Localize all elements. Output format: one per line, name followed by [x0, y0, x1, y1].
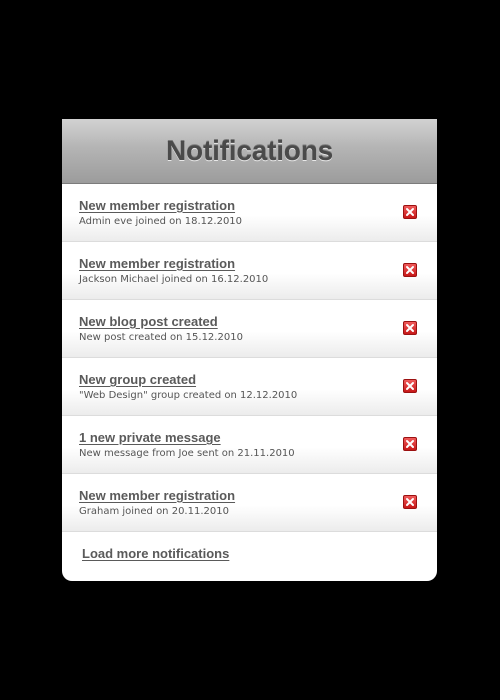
notification-description: "Web Design" group created on 12.12.2010 — [79, 390, 298, 401]
dismiss-button[interactable] — [403, 437, 417, 451]
notification-title-link[interactable]: New blog post created — [79, 314, 218, 329]
panel-footer: Load more notifications — [62, 533, 437, 581]
notification-description: Admin eve joined on 18.12.2010 — [79, 216, 243, 227]
notification-item: New member registration Admin eve joined… — [62, 184, 437, 242]
notification-item: New group created "Web Design" group cre… — [62, 358, 437, 416]
notification-item: New member registration Graham joined on… — [62, 474, 437, 532]
notification-description: Graham joined on 20.11.2010 — [79, 506, 229, 517]
close-icon — [406, 266, 414, 274]
close-icon — [406, 324, 414, 332]
close-icon — [406, 440, 414, 448]
notification-title-link[interactable]: New member registration — [79, 198, 235, 213]
notification-item: 1 new private message New message from J… — [62, 416, 437, 474]
notification-title-link[interactable]: 1 new private message — [79, 430, 221, 445]
close-icon — [406, 498, 414, 506]
notifications-panel: Notifications New member registration Ad… — [62, 119, 437, 581]
notification-description: Jackson Michael joined on 16.12.2010 — [79, 274, 269, 285]
notification-description: New post created on 15.12.2010 — [79, 332, 243, 343]
dismiss-button[interactable] — [403, 495, 417, 509]
dismiss-button[interactable] — [403, 205, 417, 219]
dismiss-button[interactable] — [403, 321, 417, 335]
dismiss-button[interactable] — [403, 263, 417, 277]
notification-title-link[interactable]: New member registration — [79, 256, 235, 271]
notification-title-link[interactable]: New member registration — [79, 488, 235, 503]
notification-item: New member registration Jackson Michael … — [62, 242, 437, 300]
close-icon — [406, 208, 414, 216]
panel-header: Notifications — [62, 119, 437, 184]
load-more-link[interactable]: Load more notifications — [82, 546, 229, 561]
panel-title: Notifications — [166, 135, 333, 166]
notification-item: New blog post created New post created o… — [62, 300, 437, 358]
dismiss-button[interactable] — [403, 379, 417, 393]
close-icon — [406, 382, 414, 390]
notification-title-link[interactable]: New group created — [79, 372, 196, 387]
notification-list: New member registration Admin eve joined… — [62, 184, 437, 532]
notification-description: New message from Joe sent on 21.11.2010 — [79, 448, 295, 459]
